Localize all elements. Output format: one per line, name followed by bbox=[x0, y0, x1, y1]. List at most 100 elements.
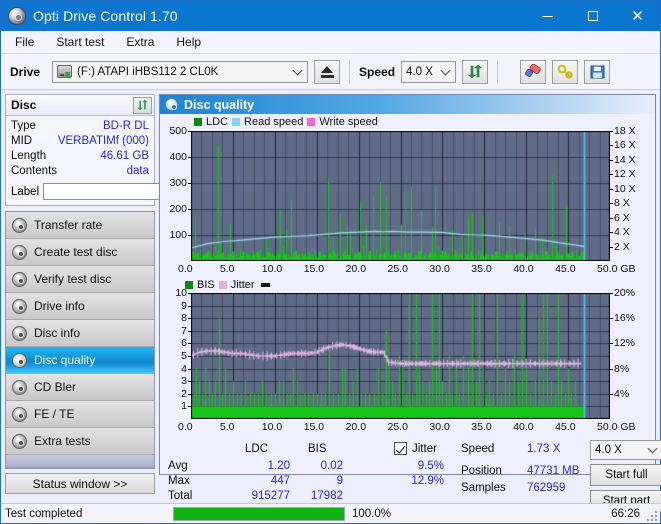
position-stat-label: Position bbox=[461, 465, 502, 477]
ldc-chart-legend: LDC Read speed Write speed bbox=[194, 116, 378, 128]
sidebar-item-extra-tests[interactable]: Extra tests bbox=[6, 428, 154, 455]
disc-icon bbox=[12, 299, 27, 314]
stats-header-bis: BIS bbox=[308, 443, 327, 455]
menu-item-start-test[interactable]: Start test bbox=[51, 33, 115, 51]
app-window: Opti Drive Control 1.70 ✕ File Start tes… bbox=[0, 0, 661, 524]
bot-x-tick: 20.0 bbox=[346, 421, 366, 433]
close-button[interactable]: ✕ bbox=[615, 1, 660, 31]
resize-grip[interactable] bbox=[645, 509, 657, 521]
sidebar-item-drive-info[interactable]: Drive info bbox=[6, 293, 154, 320]
disc-label-key: Label bbox=[11, 186, 39, 198]
bis-chart-legend: BIS Jitter bbox=[185, 279, 270, 291]
sidebar-item-disc-info[interactable]: Disc info bbox=[6, 320, 154, 347]
bot-y2-tickmark bbox=[610, 343, 613, 344]
minimize-button[interactable] bbox=[525, 1, 570, 31]
drive-toolbar: Drive (F:) ATAPI iHBS112 2 CL0K Speed 4.… bbox=[1, 54, 660, 90]
menu-item-extra[interactable]: Extra bbox=[121, 33, 165, 51]
status-window-button[interactable]: Status window >> bbox=[5, 473, 155, 494]
test-speed-select[interactable]: 4.0 X bbox=[590, 440, 661, 460]
ldc-chart: LDC Read speed Write speed 1002003004005… bbox=[160, 114, 655, 279]
disc-quality-panel: Disc quality LDC Read speed Write speed … bbox=[159, 94, 656, 475]
bot-y-tick: 7 bbox=[160, 325, 187, 337]
bot-y-tick: 9 bbox=[160, 300, 187, 312]
stats-avg-jitter: 9.5% bbox=[400, 460, 444, 472]
top-y2-tickmark bbox=[610, 174, 613, 175]
disc-row-mid-key: MID bbox=[11, 134, 32, 149]
legend-swatch-write-speed bbox=[307, 118, 315, 126]
sidebar-item-transfer-rate[interactable]: Transfer rate bbox=[6, 212, 154, 239]
legend-swatch-bis bbox=[185, 281, 193, 289]
sidebar-item-verify-test-disc[interactable]: Verify test disc bbox=[6, 266, 154, 293]
drive-label: Drive bbox=[10, 65, 40, 79]
minimize-icon bbox=[542, 16, 553, 17]
sidebar-label: Drive info bbox=[34, 299, 85, 313]
save-button[interactable] bbox=[584, 60, 610, 84]
stats-max-bis: 9 bbox=[303, 475, 343, 487]
menu-item-file[interactable]: File bbox=[10, 33, 45, 51]
menu-item-help[interactable]: Help bbox=[171, 33, 212, 51]
sidebar-label: Extra tests bbox=[34, 434, 91, 448]
erase-button[interactable] bbox=[520, 60, 546, 84]
key-button[interactable] bbox=[552, 60, 578, 84]
bot-y-tickmark bbox=[188, 306, 191, 307]
disc-icon bbox=[12, 326, 27, 341]
top-y2-tick: 12 X bbox=[614, 168, 636, 180]
top-y2-tick: 6 X bbox=[614, 212, 630, 224]
refresh-icon bbox=[467, 64, 483, 79]
drive-select-value: (F:) ATAPI iHBS112 2 CL0K bbox=[77, 66, 218, 78]
sidebar-item-create-test-disc[interactable]: Create test disc bbox=[6, 239, 154, 266]
sidebar-item-cd-bler[interactable]: CD Bler bbox=[6, 374, 154, 401]
sidebar-label: Create test disc bbox=[34, 245, 117, 259]
progress-bar bbox=[173, 507, 345, 521]
sidebar-item-fe-te[interactable]: FE / TE bbox=[6, 401, 154, 428]
drive-icon bbox=[57, 65, 72, 78]
drive-select[interactable]: (F:) ATAPI iHBS112 2 CL0K bbox=[52, 61, 308, 83]
legend-label-bis: BIS bbox=[197, 279, 215, 291]
top-x-tick: 25.0 bbox=[388, 263, 408, 275]
bot-y-tickmark bbox=[188, 331, 191, 332]
elapsed-time: 66:26 bbox=[523, 508, 660, 520]
eject-button[interactable] bbox=[314, 60, 340, 84]
legend-label-write-speed: Write speed bbox=[319, 116, 378, 128]
top-y2-tickmark bbox=[610, 247, 613, 248]
status-window-label: Status window >> bbox=[33, 477, 128, 491]
top-y2-tickmark bbox=[610, 218, 613, 219]
disc-icon bbox=[12, 353, 27, 368]
disc-refresh-button[interactable] bbox=[133, 97, 152, 114]
top-y-tickmark bbox=[188, 157, 191, 158]
bot-x-tick: 5.0 bbox=[220, 421, 235, 433]
disc-row-contents-key: Contents bbox=[11, 164, 57, 179]
samples-stat-value: 762959 bbox=[527, 482, 565, 494]
top-x-tick: 40.0 bbox=[513, 263, 533, 275]
stats-row-label-avg: Avg bbox=[168, 460, 188, 472]
key-icon bbox=[557, 64, 574, 79]
top-x-tick: 5.0 bbox=[220, 263, 235, 275]
bot-y-tickmark bbox=[188, 394, 191, 395]
maximize-button[interactable] bbox=[570, 1, 615, 31]
start-full-button[interactable]: Start full bbox=[590, 464, 661, 486]
bot-x-tick: 40.0 bbox=[513, 421, 533, 433]
bot-x-tick: 35.0 bbox=[471, 421, 491, 433]
top-y2-tick: 8 X bbox=[614, 197, 630, 209]
stats-total-bis: 17982 bbox=[296, 490, 343, 502]
bot-x-tick: 15.0 bbox=[304, 421, 324, 433]
legend-label-read-speed: Read speed bbox=[244, 116, 303, 128]
content-area: Disc Type BD-R DL MID V bbox=[1, 90, 660, 475]
legend-swatch-jitter bbox=[219, 281, 227, 289]
legend-label-ldc: LDC bbox=[206, 116, 228, 128]
disc-icon bbox=[12, 218, 27, 233]
sidebar-item-disc-quality[interactable]: Disc quality bbox=[6, 347, 154, 374]
speed-select[interactable]: 4.0 X bbox=[401, 61, 456, 83]
disc-row-type: Type BD-R DL bbox=[11, 119, 149, 134]
sidebar-label: FE / TE bbox=[34, 407, 74, 421]
bot-y2-tick: 12% bbox=[614, 337, 635, 349]
top-x-tick: 20.0 bbox=[346, 263, 366, 275]
jitter-checkbox[interactable] bbox=[394, 442, 407, 455]
window-title: Opti Drive Control 1.70 bbox=[33, 8, 178, 24]
disc-row-length-key: Length bbox=[11, 149, 46, 164]
ldc-chart-canvas bbox=[191, 131, 610, 261]
samples-stat-label: Samples bbox=[461, 482, 506, 494]
chevron-down-icon bbox=[293, 65, 303, 75]
refresh-button[interactable] bbox=[462, 60, 488, 84]
status-text: Test completed bbox=[1, 508, 173, 520]
